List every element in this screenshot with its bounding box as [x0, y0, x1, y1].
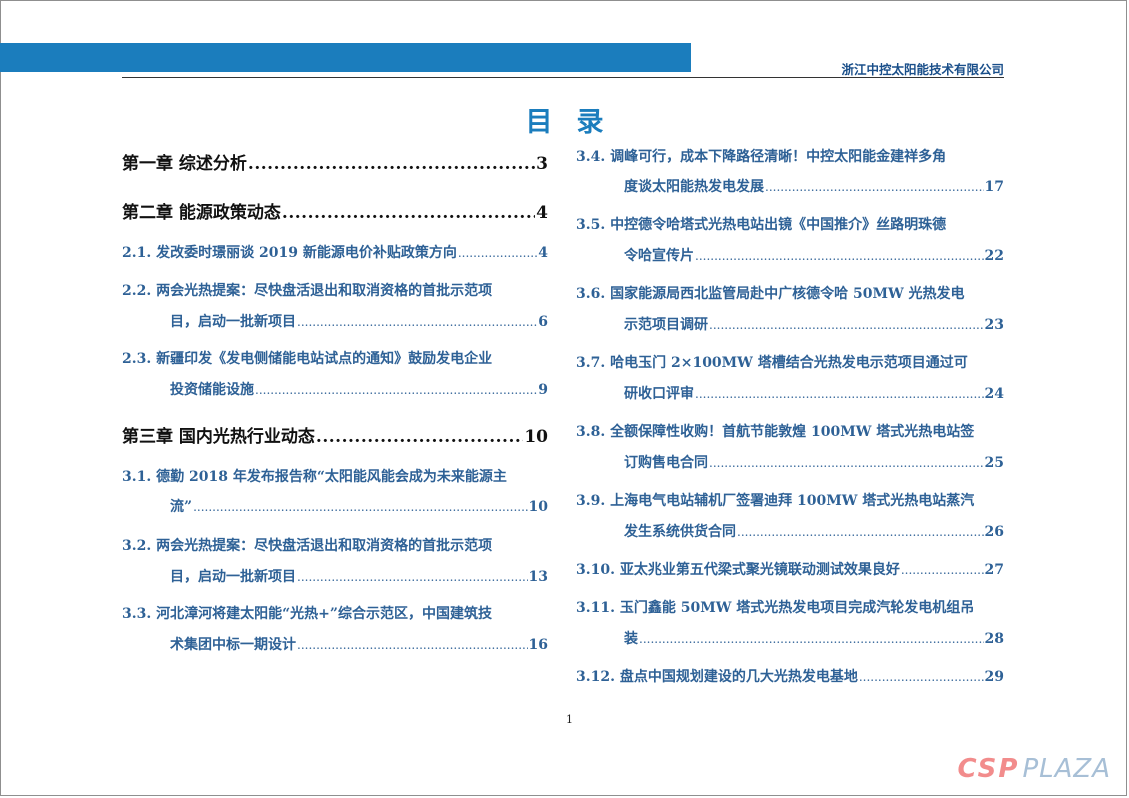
toc-leader: [297, 638, 528, 652]
toc-entry-label: 第一章 综述分析: [122, 154, 247, 174]
toc-page-number: 29: [984, 669, 1004, 685]
toc-entry-3-12[interactable]: 3.12. 盘点中国规划建设的几大光热发电基地 29: [576, 666, 1004, 686]
toc-entry-label: 装: [624, 631, 638, 647]
toc-page-number: 13: [528, 569, 548, 585]
toc-leader: [765, 180, 984, 194]
toc-leader: [282, 203, 535, 223]
toc-title: 目录: [525, 107, 628, 138]
footer-page-number: 1: [566, 713, 573, 726]
toc-page-number: 9: [538, 382, 548, 398]
toc-leader: [193, 500, 527, 514]
toc-entry-label: 投资储能设施: [170, 382, 254, 398]
toc-page-number: 27: [984, 562, 1004, 578]
watermark-plaza: PLAZA: [1022, 754, 1111, 784]
toc-entry-3-3[interactable]: 术集团中标一期设计 16: [170, 634, 548, 654]
toc-entry-3-3-line1[interactable]: 3.3. 河北漳河将建太阳能“光热+”综合示范区，中国建筑技: [122, 603, 492, 623]
toc-leader: [709, 318, 984, 332]
toc-entry-2-3[interactable]: 投资储能设施 9: [170, 379, 548, 399]
toc-entry-3-2-line1[interactable]: 3.2. 两会光热提案：尽快盘活退出和取消资格的首批示范项: [122, 535, 492, 555]
toc-entry-3-8-line1[interactable]: 3.8. 全额保障性收购！首航节能敦煌 100MW 塔式光热电站签: [576, 421, 974, 441]
toc-leader: [695, 387, 984, 401]
toc-entry-label: 目，启动一批新项目: [170, 569, 296, 585]
toc-entry-label: 2.1. 发改委时璟丽谈 2019 新能源电价补贴政策方向: [122, 245, 457, 261]
toc-entry-2-1[interactable]: 2.1. 发改委时璟丽谈 2019 新能源电价补贴政策方向 4: [122, 242, 548, 262]
toc-entry-3-9[interactable]: 发生系统供货合同 26: [624, 521, 1004, 541]
toc-entry-3-1-line1[interactable]: 3.1. 德勤 2018 年发布报告称“太阳能风能会成为未来能源主: [122, 466, 507, 486]
toc-page-number: 24: [984, 386, 1004, 402]
toc-leader: [316, 427, 523, 447]
toc-page-number: 10: [528, 499, 548, 515]
toc-page-number: 28: [984, 631, 1004, 647]
toc-page-number: 22: [984, 248, 1004, 264]
toc-entry-3-4[interactable]: 度谈太阳能热发电发展 17: [624, 176, 1004, 196]
toc-entry-3-11-line1[interactable]: 3.11. 玉门鑫能 50MW 塔式光热发电项目完成汽轮发电机组吊: [576, 597, 974, 617]
csp-plaza-watermark: CSP PLAZA: [958, 754, 1112, 784]
header-rule: [122, 77, 1004, 78]
toc-entry-3-8[interactable]: 订购售电合同 25: [624, 452, 1004, 472]
toc-leader: [737, 525, 984, 539]
toc-leader: [639, 632, 984, 646]
toc-page-number: 10: [524, 427, 548, 447]
toc-chapter-2[interactable]: 第二章 能源政策动态 4: [122, 198, 548, 223]
toc-leader: [709, 456, 984, 470]
toc-leader: [255, 383, 537, 397]
toc-page-number: 6: [538, 314, 548, 330]
toc-entry-label: 订购售电合同: [624, 455, 708, 471]
toc-entry-label: 流”: [170, 499, 193, 515]
toc-page-number: 16: [528, 637, 548, 653]
toc-entry-3-1[interactable]: 流” 10: [170, 496, 548, 516]
toc-entry-2-2-line1[interactable]: 2.2. 两会光热提案：尽快盘活退出和取消资格的首批示范项: [122, 280, 492, 300]
toc-entry-3-11[interactable]: 装 28: [624, 628, 1004, 648]
toc-page-number: 17: [984, 179, 1004, 195]
header-color-bar: [0, 43, 691, 72]
toc-leader: [859, 670, 984, 684]
toc-entry-3-4-line1[interactable]: 3.4. 调峰可行，成本下降路径清晰！中控太阳能金建祥多角: [576, 146, 946, 166]
watermark-csp: CSP: [957, 754, 1020, 784]
toc-entry-label: 研收口评审: [624, 386, 694, 402]
toc-entry-label: 示范项目调研: [624, 317, 708, 333]
toc-entry-label: 术集团中标一期设计: [170, 637, 296, 653]
toc-entry-label: 3.10. 亚太兆业第五代梁式聚光镜联动测试效果良好: [576, 562, 900, 578]
toc-entry-3-5[interactable]: 令哈宣传片 22: [624, 245, 1004, 265]
toc-entry-label: 第二章 能源政策动态: [122, 203, 281, 223]
toc-page-number: 25: [984, 455, 1004, 471]
company-name: 浙江中控太阳能技术有限公司: [841, 62, 1004, 77]
toc-entry-3-5-line1[interactable]: 3.5. 中控德令哈塔式光热电站出镜《中国推介》丝路明珠德: [576, 214, 946, 234]
toc-leader: [297, 315, 537, 329]
toc-page-number: 4: [538, 245, 548, 261]
toc-page-number: 3: [536, 154, 548, 174]
toc-entry-3-7[interactable]: 研收口评审 24: [624, 383, 1004, 403]
toc-entry-label: 度谈太阳能热发电发展: [624, 179, 764, 195]
toc-entry-label: 3.12. 盘点中国规划建设的几大光热发电基地: [576, 669, 858, 685]
toc-entry-label: 目，启动一批新项目: [170, 314, 296, 330]
toc-page-number: 4: [536, 203, 548, 223]
toc-leader: [248, 154, 535, 174]
toc-entry-3-6-line1[interactable]: 3.6. 国家能源局西北监管局赴中广核德令哈 50MW 光热发电: [576, 283, 965, 303]
toc-entry-label: 令哈宣传片: [624, 248, 694, 264]
toc-leader: [901, 563, 984, 577]
toc-entry-label: 发生系统供货合同: [624, 524, 736, 540]
toc-leader: [297, 570, 528, 584]
toc-entry-3-7-line1[interactable]: 3.7. 哈电玉门 2×100MW 塔槽结合光热发电示范项目通过可: [576, 352, 968, 372]
toc-entry-3-9-line1[interactable]: 3.9. 上海电气电站辅机厂签署迪拜 100MW 塔式光热电站蒸汽: [576, 490, 974, 510]
toc-entry-2-2[interactable]: 目，启动一批新项目 6: [170, 311, 548, 331]
toc-leader: [458, 246, 537, 260]
toc-chapter-3[interactable]: 第三章 国内光热行业动态 10: [122, 422, 548, 447]
toc-entry-3-6[interactable]: 示范项目调研 23: [624, 314, 1004, 334]
toc-entry-2-3-line1[interactable]: 2.3. 新疆印发《发电侧储能电站试点的通知》鼓励发电企业: [122, 348, 492, 368]
toc-entry-3-2[interactable]: 目，启动一批新项目 13: [170, 566, 548, 586]
toc-page-number: 23: [984, 317, 1004, 333]
toc-entry-label: 第三章 国内光热行业动态: [122, 427, 315, 447]
toc-leader: [695, 249, 984, 263]
toc-entry-3-10[interactable]: 3.10. 亚太兆业第五代梁式聚光镜联动测试效果良好 27: [576, 559, 1004, 579]
toc-page-number: 26: [984, 524, 1004, 540]
toc-chapter-1[interactable]: 第一章 综述分析 3: [122, 149, 548, 174]
